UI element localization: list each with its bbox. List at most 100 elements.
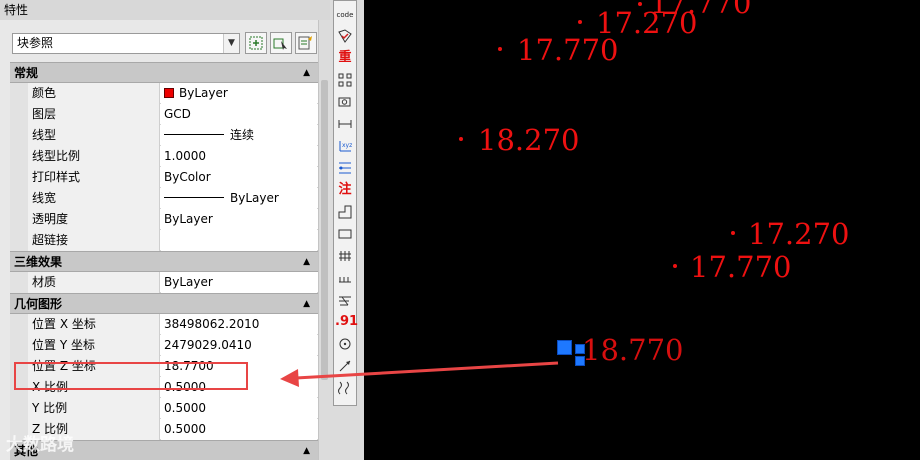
- property-row[interactable]: 线宽 ByLayer: [10, 188, 318, 209]
- property-value[interactable]: [161, 230, 317, 251]
- row-gutter: [10, 272, 28, 293]
- quick-select-button[interactable]: [295, 32, 317, 54]
- drawing-canvas[interactable]: 17.770 17.270 17.770 18.270 17.270 17.77…: [364, 0, 920, 460]
- code-icon[interactable]: code: [335, 4, 355, 24]
- elevation-label: 17.770: [517, 33, 619, 67]
- duplicate-text-label: 重: [338, 50, 352, 65]
- property-name: 超链接: [28, 230, 160, 251]
- collapse-arrow-icon[interactable]: ▲: [303, 441, 310, 460]
- circle-point-icon[interactable]: [335, 334, 355, 354]
- vertical-toolbar: code 重 xyz 注 .91: [333, 0, 358, 406]
- property-name: 位置 Y 坐标: [28, 335, 160, 356]
- property-value-text: ByLayer: [164, 275, 213, 289]
- property-value[interactable]: GCD: [161, 104, 317, 125]
- property-row[interactable]: 图层 GCD: [10, 104, 318, 125]
- property-value[interactable]: 2479029.0410: [161, 335, 317, 356]
- row-gutter: [10, 146, 28, 167]
- property-value[interactable]: 0.5000: [161, 398, 317, 419]
- block-insertion-grip[interactable]: [557, 340, 572, 355]
- camera-refresh-icon[interactable]: [335, 92, 355, 112]
- select-objects-button[interactable]: [270, 32, 292, 54]
- property-row[interactable]: 材质 ByLayer: [10, 272, 318, 293]
- xyz-icon[interactable]: xyz: [335, 136, 355, 156]
- rectangle-icon[interactable]: [335, 224, 355, 244]
- property-row[interactable]: 位置 Y 坐标 2479029.0410: [10, 335, 318, 356]
- scrollbar-thumb[interactable]: [321, 80, 328, 380]
- property-value[interactable]: 连续: [161, 125, 317, 146]
- survey-point: [673, 264, 677, 268]
- chevron-down-icon[interactable]: ▼: [223, 34, 239, 53]
- comb-icon[interactable]: [335, 268, 355, 288]
- property-value[interactable]: ByLayer: [161, 272, 317, 293]
- property-row[interactable]: 透明度 ByLayer: [10, 209, 318, 230]
- tag-check-icon[interactable]: [335, 26, 355, 46]
- property-name: Y 比例: [28, 398, 160, 419]
- property-row[interactable]: 超链接: [10, 230, 318, 251]
- property-value-text: 38498062.2010: [164, 317, 260, 331]
- section-header[interactable]: 几何图形 ▲: [10, 293, 318, 314]
- property-name: 图层: [28, 104, 160, 125]
- property-name: 线型: [28, 125, 160, 146]
- property-row[interactable]: 颜色 ByLayer: [10, 83, 318, 104]
- dimension-icon[interactable]: [335, 114, 355, 134]
- slope-arrow-icon[interactable]: [335, 356, 355, 376]
- property-name: 线型比例: [28, 146, 160, 167]
- section-header[interactable]: 三维效果 ▲: [10, 251, 318, 272]
- property-row[interactable]: Y 比例 0.5000: [10, 398, 318, 419]
- survey-point: [459, 137, 463, 141]
- collapse-arrow-icon[interactable]: ▲: [303, 63, 310, 83]
- toggle-pickadd-button[interactable]: [245, 32, 267, 54]
- hatch-icon[interactable]: [335, 290, 355, 310]
- property-value-text: ByLayer: [179, 86, 228, 100]
- section-header[interactable]: 常规 ▲: [10, 62, 318, 83]
- wave-lines-icon[interactable]: [335, 378, 355, 398]
- row-gutter: [10, 83, 28, 104]
- property-row[interactable]: 位置 X 坐标 38498062.2010: [10, 314, 318, 335]
- property-row[interactable]: 打印样式 ByColor: [10, 167, 318, 188]
- elevation-point-icon[interactable]: .91: [335, 312, 358, 332]
- color-swatch-icon: [164, 88, 174, 98]
- section-title: 常规: [14, 66, 39, 80]
- row-gutter: [10, 314, 28, 335]
- palette-title: 特性: [0, 0, 330, 20]
- properties-palette: 特性 块参照 ▼ 常规 ▲ 颜色 ByLayer 图层 GCD 线型 连续 线型比例 1.0000…: [0, 0, 330, 460]
- survey-point: [578, 20, 582, 24]
- property-value[interactable]: ByLayer: [161, 209, 317, 230]
- annotation-text-label: 注: [338, 182, 352, 197]
- property-name: 位置 X 坐标: [28, 314, 160, 335]
- property-value[interactable]: 38498062.2010: [161, 314, 317, 335]
- grid-points-icon[interactable]: [335, 70, 355, 90]
- property-row[interactable]: 线型 连续: [10, 125, 318, 146]
- object-type-value: 块参照: [17, 36, 54, 50]
- code-label: code: [336, 11, 354, 19]
- callout-highlight-box: [14, 362, 248, 390]
- quick-select-icon: [298, 36, 312, 50]
- survey-point: [498, 47, 502, 51]
- watermark: 大数路境: [6, 435, 74, 455]
- palette-scrollbar[interactable]: [318, 20, 330, 460]
- section-title: 几何图形: [14, 297, 63, 311]
- selected-elevation-label[interactable]: 18.770: [582, 335, 683, 365]
- property-value-text: 1.0000: [164, 149, 206, 163]
- property-name: 线宽: [28, 188, 160, 209]
- property-value[interactable]: ByLayer: [161, 83, 317, 104]
- step-polyline-icon[interactable]: [335, 202, 355, 222]
- duplicate-text-icon[interactable]: 重: [335, 48, 355, 68]
- property-value-text: GCD: [164, 107, 191, 121]
- property-value[interactable]: 0.5000: [161, 419, 317, 440]
- property-value[interactable]: ByColor: [161, 167, 317, 188]
- linetype-sample-icon: [164, 197, 224, 198]
- collapse-arrow-icon[interactable]: ▲: [303, 252, 310, 272]
- property-value[interactable]: ByLayer: [161, 188, 317, 209]
- ladder-icon[interactable]: [335, 246, 355, 266]
- property-value[interactable]: 1.0000: [161, 146, 317, 167]
- property-name: 材质: [28, 272, 160, 293]
- row-gutter: [10, 398, 28, 419]
- object-type-dropdown[interactable]: 块参照 ▼: [12, 33, 240, 54]
- elevation-label: 18.270: [478, 123, 580, 157]
- coordinate-list-icon[interactable]: [335, 158, 355, 178]
- property-row[interactable]: 线型比例 1.0000: [10, 146, 318, 167]
- annotation-text-icon[interactable]: 注: [335, 180, 355, 200]
- collapse-arrow-icon[interactable]: ▲: [303, 294, 310, 314]
- linetype-sample-icon: [164, 134, 224, 135]
